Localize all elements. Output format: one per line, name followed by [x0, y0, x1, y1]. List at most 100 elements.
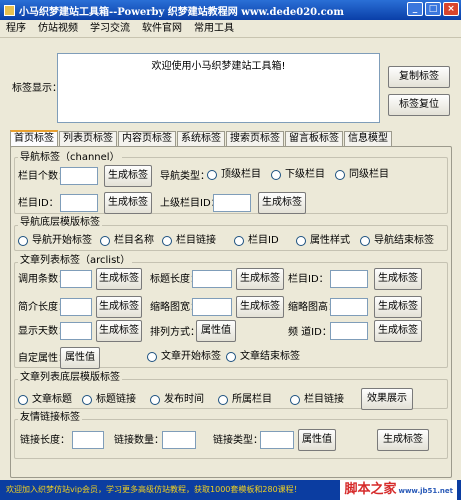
radio-sub-column[interactable]: 下级栏目 [271, 168, 325, 182]
radio-label: 导航开始标签 [32, 235, 92, 246]
radio-circle-icon [147, 352, 157, 362]
radio-circle-icon [162, 236, 172, 246]
radio-label: 栏目ID [248, 235, 279, 246]
parent-id-input[interactable] [213, 194, 251, 212]
link-attr-button[interactable]: 属性值 [298, 429, 336, 451]
radio-article-title[interactable]: 文章标题 [18, 393, 72, 407]
radio-circle-icon [360, 236, 370, 246]
radio-label: 标题链接 [96, 394, 136, 405]
arclist-generate-button-3[interactable]: 生成标签 [374, 268, 422, 290]
column-count-input[interactable] [60, 167, 98, 185]
order-label: 排列方式： [150, 327, 200, 338]
radio-column-id[interactable]: 栏目ID [234, 234, 279, 248]
radio-top-column[interactable]: 顶级栏目 [207, 168, 261, 182]
radio-circle-icon [150, 395, 160, 405]
radio-label: 顶级栏目 [221, 169, 261, 180]
tab-system[interactable]: 系统标签 [177, 131, 225, 147]
radio-article-end[interactable]: 文章结束标签 [226, 350, 300, 364]
arclist-generate-button-8[interactable]: 生成标签 [374, 320, 422, 342]
radio-pub-time[interactable]: 发布时间 [150, 393, 204, 407]
reset-label-button[interactable]: 标签复位 [388, 94, 450, 116]
tab-list[interactable]: 列表页标签 [59, 131, 117, 147]
menu-learn[interactable]: 学习交流 [84, 21, 136, 37]
custom-attr-button[interactable]: 属性值 [60, 347, 100, 369]
tab-content[interactable]: 内容页标签 [118, 131, 176, 147]
call-count-input[interactable] [60, 270, 92, 288]
arclist-generate-button-4[interactable]: 生成标签 [96, 296, 142, 318]
arclist-generate-button-1[interactable]: 生成标签 [96, 268, 142, 290]
tab-home[interactable]: 首页标签 [10, 130, 58, 147]
tab-strip: 首页标签 列表页标签 内容页标签 系统标签 搜索页标签 留言板标签 信息模型 [10, 130, 393, 147]
thumb-height-input[interactable] [330, 298, 368, 316]
logo-text: 脚本之家 [344, 482, 397, 497]
typeid-input[interactable] [330, 270, 368, 288]
textarea-value: 欢迎使用小马织梦建站工具箱! [151, 61, 286, 72]
parent-id-label: 上级栏目ID： [160, 198, 221, 209]
title-length-input[interactable] [192, 270, 232, 288]
tab-guestbook[interactable]: 留言板标签 [285, 131, 343, 147]
title-bar: 小马织梦建站工具箱--Powerby 织梦建站教程网 www.dede020.c… [0, 0, 461, 20]
radio-label: 属性样式 [310, 235, 350, 246]
radio-circle-icon [100, 236, 110, 246]
menu-bar: 程序 仿站视频 学习交流 软件官网 常用工具 [0, 20, 461, 38]
channel-id-label: 频 道ID： [288, 327, 332, 338]
link-length-input[interactable] [72, 431, 104, 449]
arclist-generate-button-5[interactable]: 生成标签 [236, 296, 284, 318]
channel-generate-button-3[interactable]: 生成标签 [258, 192, 306, 214]
channel-generate-button-1[interactable]: 生成标签 [104, 165, 152, 187]
arclist-generate-button-6[interactable]: 生成标签 [374, 296, 422, 318]
arclist-generate-button-7[interactable]: 生成标签 [96, 320, 142, 342]
channel-id-input[interactable] [330, 322, 368, 340]
friend-link-generate-button[interactable]: 生成标签 [377, 429, 429, 451]
radio-column-link[interactable]: 栏目链接 [162, 234, 216, 248]
copy-label-button[interactable]: 复制标签 [388, 66, 450, 88]
radio-label: 栏目链接 [176, 235, 216, 246]
radio-label: 栏目名称 [114, 235, 154, 246]
minimize-icon[interactable]: _ [407, 2, 423, 16]
days-input[interactable] [60, 322, 92, 340]
status-text: 欢迎加入织梦仿站vip会员，学习更多高级仿站教程，获取1000套模板和280课程… [6, 485, 302, 494]
arclist-title: 文章列表标签（arclist） [18, 255, 133, 267]
radio-circle-icon [18, 395, 28, 405]
channel-generate-button-2[interactable]: 生成标签 [104, 192, 152, 214]
window-controls: _ □ × [407, 2, 459, 16]
radio-label: 文章开始标签 [161, 351, 221, 362]
radio-nav-start[interactable]: 导航开始标签 [18, 234, 92, 248]
radio-circle-icon [296, 236, 306, 246]
menu-program[interactable]: 程序 [0, 21, 32, 37]
radio-attr-style[interactable]: 属性样式 [296, 234, 350, 248]
link-count-input[interactable] [162, 431, 196, 449]
thumb-width-input[interactable] [192, 298, 232, 316]
channel-group-title: 导航标签（channel） [18, 152, 122, 164]
link-count-label: 链接数量： [114, 435, 164, 446]
radio-belong-column[interactable]: 所属栏目 [218, 393, 272, 407]
radio-nav-end[interactable]: 导航结束标签 [360, 234, 434, 248]
effect-preview-button[interactable]: 效果展示 [361, 388, 413, 410]
link-type-input[interactable] [260, 431, 294, 449]
arclist-generate-button-2[interactable]: 生成标签 [236, 268, 284, 290]
radio-circle-icon [335, 170, 345, 180]
link-type-label: 链接类型： [213, 435, 263, 446]
tab-search[interactable]: 搜索页标签 [226, 131, 284, 147]
radio-label: 下级栏目 [285, 169, 325, 180]
menu-website[interactable]: 软件官网 [136, 21, 188, 37]
order-attr-button[interactable]: 属性值 [196, 320, 236, 342]
tab-info-model[interactable]: 信息模型 [344, 131, 392, 147]
radio-label: 文章结束标签 [240, 351, 300, 362]
menu-video[interactable]: 仿站视频 [32, 21, 84, 37]
radio-column-link-2[interactable]: 栏目链接 [290, 393, 344, 407]
radio-circle-icon [207, 170, 217, 180]
close-icon[interactable]: × [443, 2, 459, 16]
column-id-input[interactable] [60, 194, 98, 212]
menu-tools[interactable]: 常用工具 [188, 21, 240, 37]
label-output-textarea[interactable]: 欢迎使用小马织梦建站工具箱! [57, 53, 380, 123]
intro-length-input[interactable] [60, 298, 92, 316]
column-id-label: 栏目ID： [18, 198, 59, 209]
radio-article-start[interactable]: 文章开始标签 [147, 350, 221, 364]
radio-label: 所属栏目 [232, 394, 272, 405]
radio-title-link[interactable]: 标题链接 [82, 393, 136, 407]
link-length-label: 链接长度： [20, 435, 70, 446]
maximize-icon[interactable]: □ [425, 2, 441, 16]
radio-column-name[interactable]: 栏目名称 [100, 234, 154, 248]
radio-same-column[interactable]: 同级栏目 [335, 168, 389, 182]
